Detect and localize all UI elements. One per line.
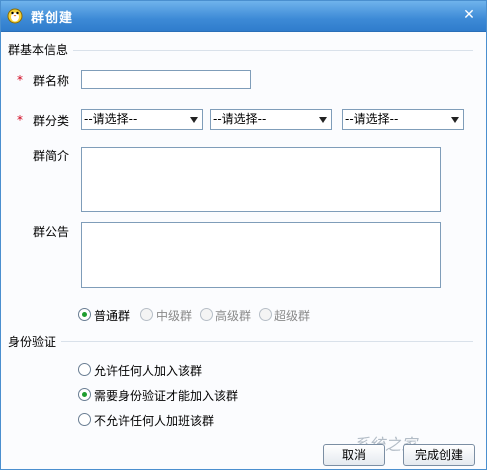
verify-allow-anyone-label[interactable]: 允许任何人加入该群 — [94, 362, 202, 379]
group-name-label: 群名称 — [33, 74, 70, 88]
category-select-3-value: --请选择-- — [345, 112, 399, 126]
chevron-down-icon — [319, 117, 327, 123]
required-mark: * — [17, 73, 23, 87]
group-type-super-radio — [259, 308, 272, 321]
group-type-high-radio — [200, 308, 213, 321]
chevron-down-icon — [451, 117, 459, 123]
category-select-2-value: --请选择-- — [213, 112, 267, 126]
verify-allow-anyone-radio[interactable] — [78, 363, 91, 376]
group-type-super-label: 超级群 — [274, 309, 311, 323]
group-type-mid-label: 中级群 — [156, 309, 193, 323]
verify-deny-all-label[interactable]: 不允许任何人加班该群 — [94, 412, 214, 429]
verification-section-title: 身份验证 — [8, 335, 57, 349]
verify-deny-all-radio[interactable] — [78, 413, 91, 426]
qq-penguin-icon — [7, 8, 23, 24]
group-type-high-label: 高级群 — [215, 309, 252, 323]
required-mark: * — [17, 113, 23, 127]
category-select-2[interactable]: --请选择-- — [210, 109, 332, 130]
verify-require-auth-label[interactable]: 需要身份验证才能加入该群 — [94, 387, 238, 404]
title-bar[interactable]: 群创建 ✕ — [1, 1, 486, 32]
basic-info-divider — [73, 50, 473, 51]
close-button[interactable]: ✕ — [460, 6, 478, 24]
verify-require-auth-radio[interactable] — [78, 388, 91, 401]
group-category-label: 群分类 — [33, 114, 70, 128]
category-select-3[interactable]: --请选择-- — [342, 109, 464, 130]
category-select-1-value: --请选择-- — [84, 112, 138, 126]
group-intro-label: 群简介 — [33, 149, 70, 163]
group-type-normal-radio[interactable] — [78, 308, 91, 321]
category-select-1[interactable]: --请选择-- — [81, 109, 203, 130]
basic-info-section-title: 群基本信息 — [8, 43, 69, 57]
group-notice-label: 群公告 — [33, 225, 70, 239]
group-notice-textarea[interactable] — [81, 222, 441, 288]
group-type-normal-label[interactable]: 普通群 — [94, 307, 130, 324]
group-create-window: 群创建 ✕ 群基本信息 * 群名称 * 群分类 --请选择-- --请选择-- … — [0, 0, 487, 470]
group-intro-textarea[interactable] — [81, 147, 441, 212]
window-title: 群创建 — [31, 11, 74, 26]
chevron-down-icon — [190, 117, 198, 123]
cancel-button[interactable]: 取消 — [323, 444, 385, 466]
verification-divider — [61, 341, 473, 342]
create-button[interactable]: 完成创建 — [403, 444, 475, 466]
group-name-input[interactable] — [81, 70, 251, 89]
group-type-mid-radio — [140, 308, 153, 321]
